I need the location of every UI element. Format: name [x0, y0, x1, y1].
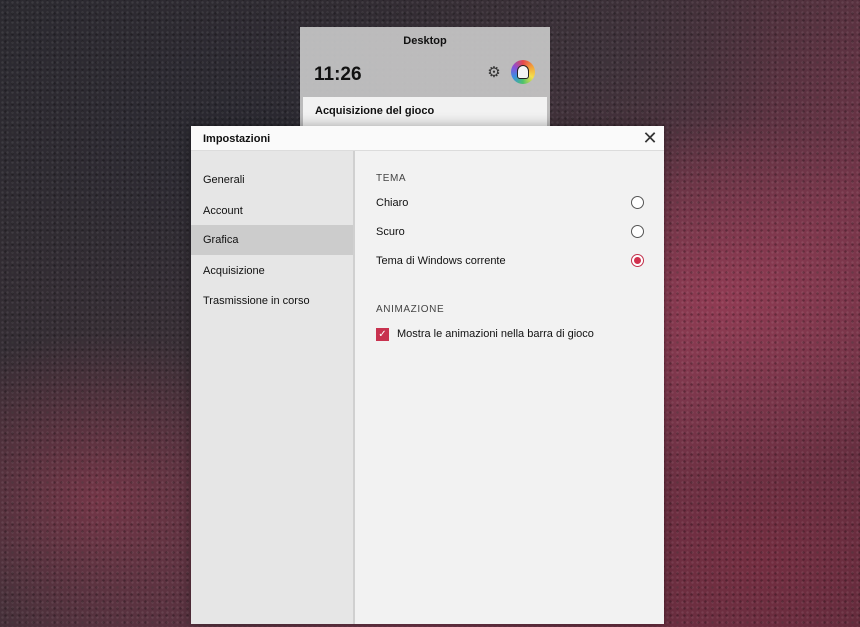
sidebar-item-acquisizione[interactable]: Acquisizione: [191, 256, 353, 286]
game-bar-title: Desktop: [403, 35, 447, 47]
theme-option-light-label: Chiaro: [376, 197, 409, 209]
settings-content: TEMA Chiaro Scuro Tema di Windows corren…: [357, 151, 664, 624]
sidebar-item-account[interactable]: Account: [191, 196, 353, 226]
sidebar-item-grafica[interactable]: Grafica: [191, 225, 353, 255]
theme-section-title: TEMA: [376, 173, 407, 184]
clock-time: 11:26: [314, 64, 362, 85]
animation-checkbox-label[interactable]: Mostra le animazioni nella barra di gioc…: [397, 328, 594, 340]
animation-section-title: ANIMAZIONE: [376, 304, 445, 315]
avatar[interactable]: [511, 60, 535, 84]
theme-dark-radio[interactable]: [631, 225, 644, 238]
dialog-title: Impostazioni: [203, 133, 271, 145]
capture-section-header: Acquisizione del gioco: [303, 97, 547, 127]
animation-checkbox[interactable]: ✓: [376, 328, 389, 341]
theme-option-dark-label: Scuro: [376, 226, 405, 238]
theme-option-windows-label: Tema di Windows corrente: [376, 255, 506, 267]
theme-windows-radio[interactable]: [631, 254, 644, 267]
close-icon[interactable]: ✕: [640, 128, 660, 148]
settings-dialog: Impostazioni ✕ Generali Account Grafica …: [191, 126, 664, 624]
game-bar-widget: Desktop 11:26 ⚙ Acquisizione del gioco: [300, 27, 550, 137]
dialog-header: Impostazioni ✕: [191, 126, 664, 151]
sidebar-item-trasmissione[interactable]: Trasmissione in corso: [191, 286, 353, 316]
settings-sidebar: Generali Account Grafica Acquisizione Tr…: [191, 151, 355, 624]
gear-icon[interactable]: ⚙: [486, 65, 502, 81]
avatar-figure-icon: [517, 65, 529, 79]
theme-light-radio[interactable]: [631, 196, 644, 209]
sidebar-item-generali[interactable]: Generali: [191, 165, 353, 195]
game-bar-status-row: 11:26 ⚙: [300, 55, 550, 95]
